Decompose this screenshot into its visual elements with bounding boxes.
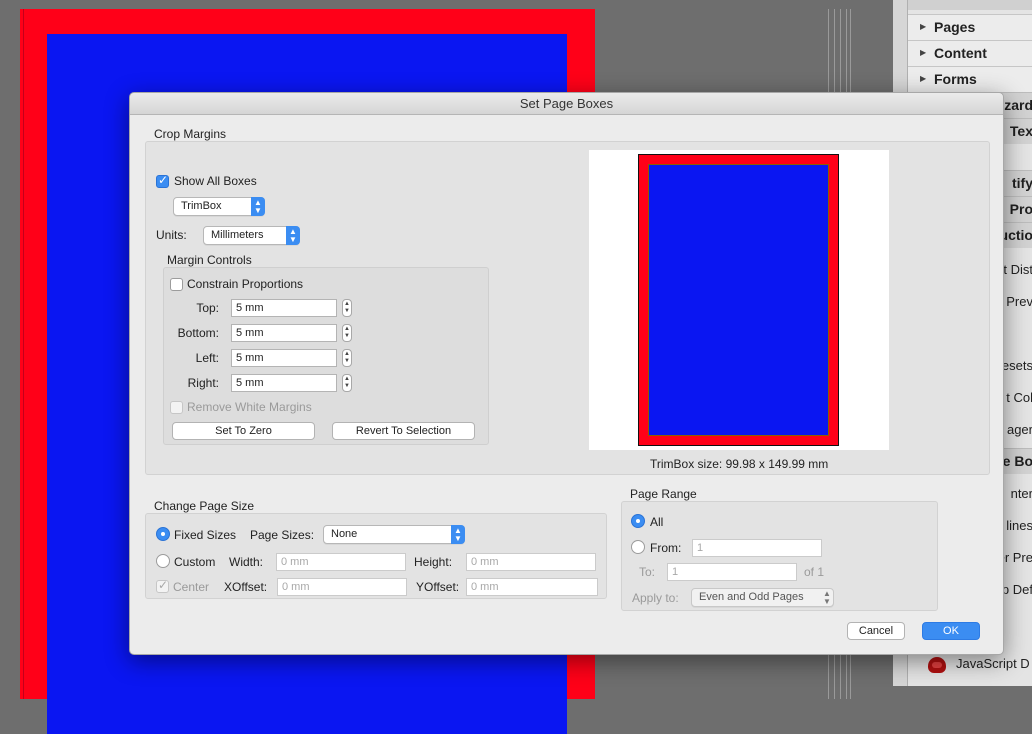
page-count-label: of 1 <box>804 565 825 579</box>
page-sizes-select[interactable]: None ▲ ▼ <box>323 525 465 544</box>
yoffset-label: YOffset: <box>416 580 460 594</box>
trimbox-size-text: TrimBox size: 99.98 x 149.99 mm <box>650 457 829 471</box>
to-input[interactable]: 1 <box>667 563 797 581</box>
tools-header-forms[interactable]: ▶ Forms <box>908 66 1032 92</box>
revert-to-selection-button[interactable]: Revert To Selection <box>332 422 475 440</box>
right-stepper-icon[interactable]: ▲ ▼ <box>342 374 352 392</box>
popup-arrows-icon: ▲ ▼ <box>251 197 265 216</box>
disclosure-triangle-icon: ▶ <box>920 22 927 31</box>
tools-header-pages[interactable]: ▶ Pages <box>908 14 1032 40</box>
tools-header-label: Pages <box>934 19 976 35</box>
to-label: To: <box>639 565 656 579</box>
remove-white-margins-checkbox[interactable] <box>170 401 183 414</box>
show-all-boxes-label: Show All Boxes <box>174 174 257 188</box>
xoffset-input[interactable]: 0 mm <box>277 578 407 596</box>
page-sizes-label: Page Sizes: <box>250 528 315 542</box>
change-page-size-label: Change Page Size <box>154 499 255 513</box>
page-range-label: Page Range <box>630 487 697 501</box>
custom-radio[interactable] <box>156 554 170 568</box>
popup-arrows-icon: ▲ ▼ <box>286 226 300 245</box>
tools-header-content[interactable]: ▶ Content <box>908 40 1032 66</box>
from-label: From: <box>650 541 682 555</box>
trimbox-preview <box>648 164 829 436</box>
yoffset-input[interactable]: 0 mm <box>466 578 598 596</box>
show-all-boxes-checkbox[interactable] <box>156 173 169 188</box>
tools-pane-top <box>908 0 1032 10</box>
javascript-debugger-item[interactable]: JavaScript D <box>908 652 1032 678</box>
center-label: Center <box>173 580 210 594</box>
page-edge-line <box>23 9 24 699</box>
bottom-label: Bottom: <box>177 326 219 340</box>
constrain-proportions-label: Constrain Proportions <box>187 277 304 291</box>
units-label: Units: <box>156 228 187 242</box>
apply-to-label: Apply to: <box>632 591 679 605</box>
crop-margins-label: Crop Margins <box>154 127 227 141</box>
cancel-button[interactable]: Cancel <box>847 622 905 640</box>
constrain-proportions-checkbox[interactable] <box>170 278 183 291</box>
right-label: Right: <box>187 376 219 390</box>
left-label: Left: <box>195 351 219 365</box>
from-radio[interactable] <box>631 540 645 554</box>
javascript-label: JavaScript D <box>956 656 1030 671</box>
set-to-zero-button[interactable]: Set To Zero <box>172 422 315 440</box>
height-label: Height: <box>414 555 453 569</box>
margin-controls-label: Margin Controls <box>167 253 252 267</box>
xoffset-label: XOffset: <box>224 580 268 594</box>
fixed-sizes-radio[interactable] <box>156 527 170 541</box>
box-type-select[interactable]: TrimBox ▲ ▼ <box>173 197 265 216</box>
top-label: Top: <box>196 301 219 315</box>
margin-controls-group: Constrain Proportions Top: 5 mm ▲ ▼ Botto… <box>163 267 489 445</box>
left-margin-input[interactable]: 5 mm <box>231 349 337 367</box>
bottom-margin-input[interactable]: 5 mm <box>231 324 337 342</box>
fixed-sizes-label: Fixed Sizes <box>174 528 237 542</box>
bug-icon <box>928 656 946 673</box>
center-checkbox[interactable] <box>156 578 169 593</box>
width-label: Width: <box>229 555 264 569</box>
units-select[interactable]: Millimeters ▲ ▼ <box>203 226 300 245</box>
height-input[interactable]: 0 mm <box>466 553 596 571</box>
tools-header-label: Content <box>934 45 987 61</box>
remove-white-margins-label: Remove White Margins <box>187 400 312 414</box>
dialog-title: Set Page Boxes <box>130 93 1003 115</box>
popup-arrows-icon: ▲ ▼ <box>823 589 831 606</box>
disclosure-triangle-icon: ▶ <box>920 74 927 83</box>
disclosure-triangle-icon: ▶ <box>920 48 927 57</box>
custom-label: Custom <box>174 555 216 569</box>
ok-button[interactable]: OK <box>922 622 980 640</box>
from-input[interactable]: 1 <box>692 539 822 557</box>
page-range-group: All From: 1 To: 1 of 1 Apply to: Even an… <box>621 501 938 611</box>
width-input[interactable]: 0 mm <box>276 553 406 571</box>
apply-to-select[interactable]: Even and Odd Pages ▲ ▼ <box>691 588 834 607</box>
mediabox-preview <box>638 154 839 446</box>
page-preview <box>589 150 889 450</box>
left-stepper-icon[interactable]: ▲ ▼ <box>342 349 352 367</box>
change-page-size-group: Fixed Sizes Page Sizes: None ▲ ▼ Custom Wi… <box>145 513 607 599</box>
tools-header-label: Forms <box>934 71 977 87</box>
top-stepper-icon[interactable]: ▲ ▼ <box>342 299 352 317</box>
popup-arrows-icon: ▲ ▼ <box>451 525 465 544</box>
all-pages-radio[interactable] <box>631 514 645 528</box>
all-pages-label: All <box>650 515 664 529</box>
top-margin-input[interactable]: 5 mm <box>231 299 337 317</box>
right-margin-input[interactable]: 5 mm <box>231 374 337 392</box>
set-page-boxes-dialog: Set Page Boxes Crop Margins Show All Box… <box>129 92 1004 655</box>
bottom-stepper-icon[interactable]: ▲ ▼ <box>342 324 352 342</box>
